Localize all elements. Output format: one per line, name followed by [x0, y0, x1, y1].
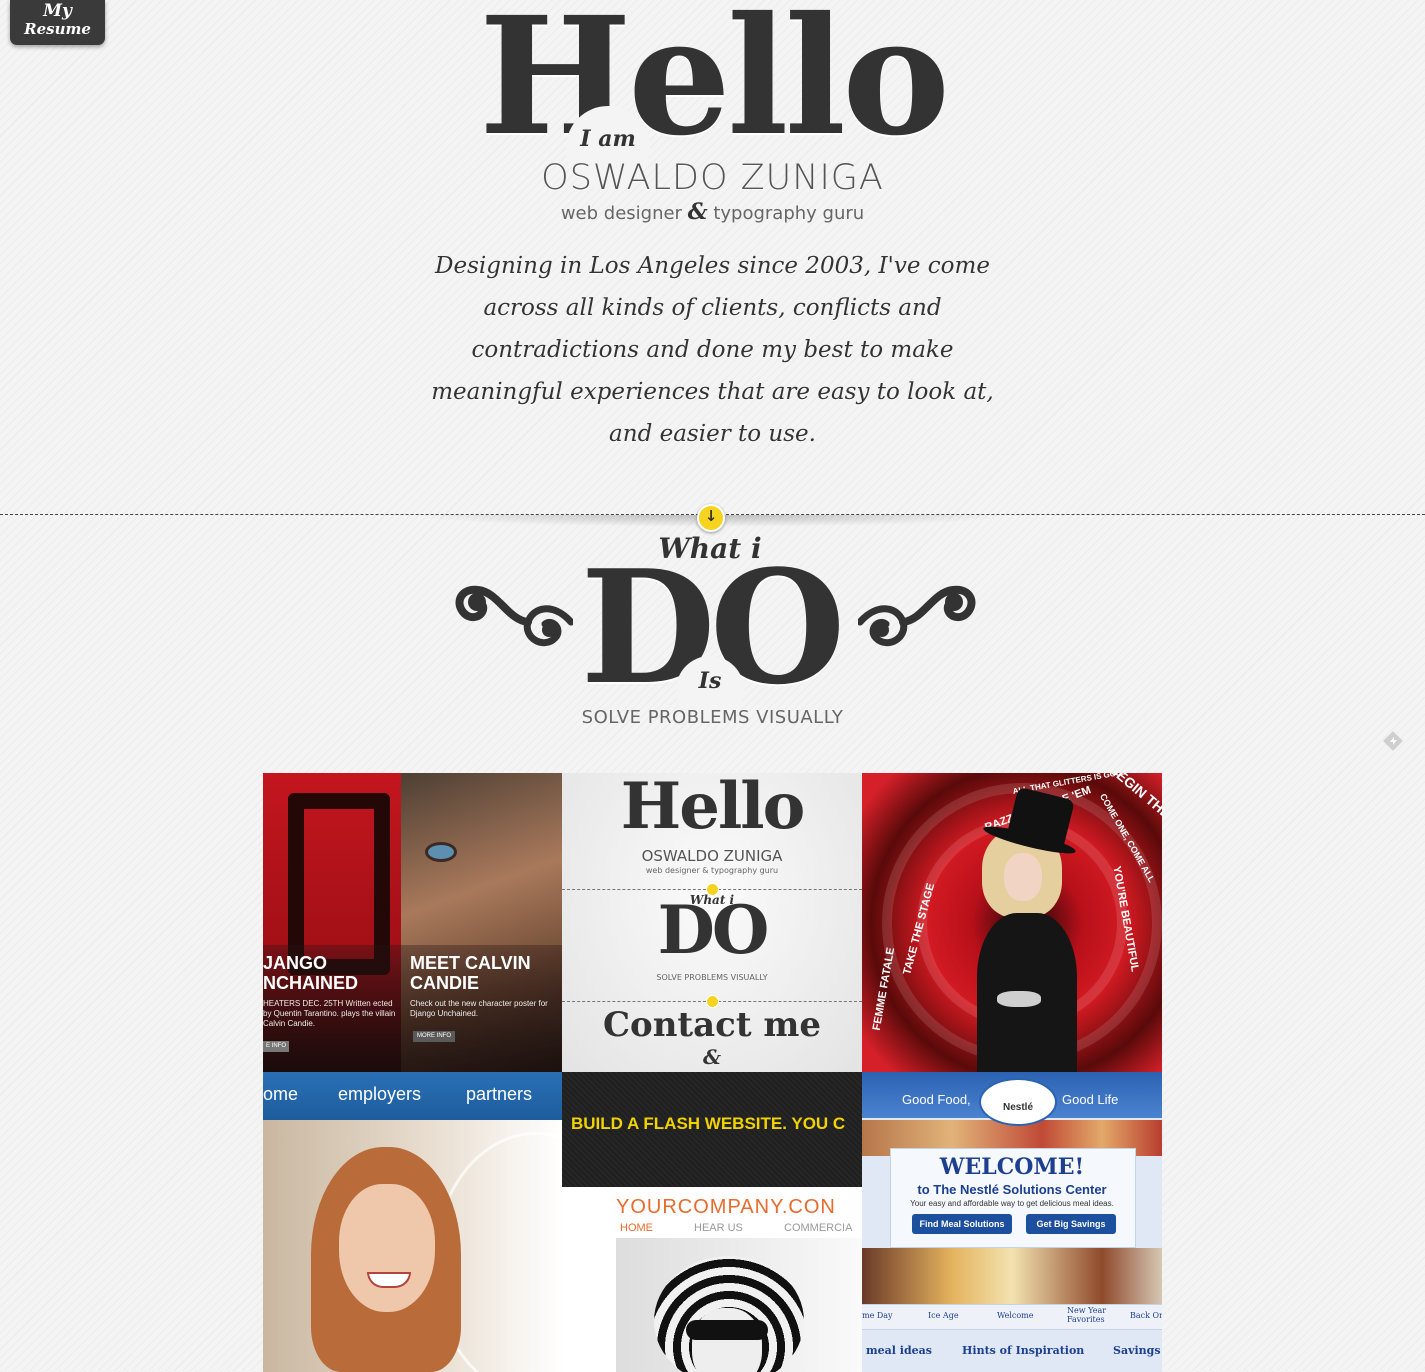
- link-item: Savings c: [1113, 1344, 1162, 1357]
- hero-intro: Designing in Los Angeles since 2003, I'v…: [431, 253, 994, 447]
- mini-do: DO: [657, 891, 770, 969]
- header-right: Good Life: [1062, 1092, 1119, 1107]
- portfolio-grid: JANGO NCHAINED MEET CALVIN CANDIE HEATER…: [263, 773, 1162, 1372]
- ring-text: FEMME FATALE: [870, 946, 898, 1032]
- welcome-subheading: to The Nestlé Solutions Center: [917, 1182, 1107, 1197]
- hero-name: OSWALDO ZUNIGA: [541, 158, 884, 198]
- hero-title: Hello: [478, 0, 950, 172]
- nav-item: COMMERCIA: [784, 1222, 853, 1234]
- site-menu: me Day Ice Age Welcome New Year Favorite…: [862, 1304, 1162, 1330]
- tagline-role-2: typography guru: [713, 203, 865, 224]
- menu-item: New Year Favorites: [1067, 1306, 1107, 1324]
- menu-item: Welcome: [997, 1311, 1034, 1320]
- mini-tagline: web designer & typography guru: [645, 866, 779, 875]
- woman-face: [339, 1184, 435, 1312]
- mini-contact: Contact me: [602, 1005, 822, 1045]
- is-label: Is: [698, 668, 722, 694]
- welcome-heading: WELCOME!: [939, 1154, 1085, 1180]
- portfolio-item-django[interactable]: JANGO NCHAINED MEET CALVIN CANDIE HEATER…: [263, 773, 563, 1073]
- model-face: [692, 1308, 762, 1372]
- tile-body-right: Check out the new character poster for D…: [410, 999, 548, 1018]
- portfolio-item-employers[interactable]: ome employers partners: [263, 1072, 563, 1372]
- dress-bow: [997, 991, 1041, 1007]
- banner-text: BUILD A FLASH WEBSITE. YOU C: [571, 1114, 846, 1133]
- more-info-button-left: E INFO: [263, 1041, 289, 1052]
- sunglasses: [686, 1320, 768, 1340]
- flourish-right-icon: [858, 585, 976, 647]
- more-info-button-right: MORE INFO: [413, 1031, 455, 1042]
- link-item: meal ideas: [866, 1344, 932, 1357]
- i-am-label: I am: [580, 126, 636, 152]
- hero-section: Hello I am OSWALDO ZUNIGA web designer &…: [0, 0, 1425, 515]
- tile-heading-right: MEET CALVIN CANDIE: [410, 953, 531, 993]
- logo-text: Nestlé: [1002, 1102, 1033, 1113]
- mini-ampersand: &: [702, 1045, 722, 1069]
- nav-item: HOME: [620, 1222, 653, 1234]
- what-i-do-subtitle: SOLVE PROBLEMS VISUALLY: [581, 707, 844, 728]
- tile-body-left: HEATERS DEC. 25TH Written ected by Quent…: [263, 999, 396, 1028]
- flourish-left-icon: [455, 585, 573, 647]
- portfolio-item-razzle[interactable]: RAZZLE DAZZLE 'EM ALL THAT GLITTERS IS G…: [862, 773, 1162, 1073]
- nav-item: HEAR US: [694, 1222, 743, 1234]
- header-left: Good Food,: [902, 1092, 971, 1107]
- big-savings-button: Get Big Savings: [1026, 1214, 1116, 1234]
- site-nav-bar: ome employers partners: [263, 1072, 563, 1120]
- portfolio-item-nestle[interactable]: Good Food, Good Life Nestlé WELCOME! to …: [862, 1072, 1162, 1372]
- menu-item: Ice Age: [928, 1311, 959, 1320]
- scroll-down-button[interactable]: ↓: [697, 504, 725, 532]
- mini-solve: SOLVE PROBLEMS VISUALLY: [656, 973, 768, 982]
- portfolio-item-flash-site[interactable]: BUILD A FLASH WEBSITE. YOU C YOURCOMPANY…: [562, 1072, 862, 1372]
- arrow-down-icon: ↓: [704, 507, 718, 525]
- menu-item: me Day: [862, 1311, 893, 1320]
- tagline-role-1: web designer: [560, 203, 682, 224]
- link-item: Hints of Inspiration: [962, 1344, 1085, 1357]
- model-face: [1004, 853, 1042, 901]
- site-logo-text: YOURCOMPANY.CON: [616, 1196, 836, 1218]
- tagline-ampersand: &: [687, 199, 708, 225]
- hero-tagline: web designer & typography guru: [460, 199, 965, 225]
- welcome-body: Your easy and affordable way to get deli…: [910, 1199, 1114, 1208]
- tile-heading-left: JANGO NCHAINED: [263, 953, 359, 993]
- nav-item: employers: [338, 1084, 422, 1104]
- eye-detail: [428, 845, 454, 859]
- mini-name: OSWALDO ZUNIGA: [641, 847, 783, 865]
- tag-icon[interactable]: [1380, 728, 1406, 754]
- portfolio-item-personal-site[interactable]: Hello OSWALDO ZUNIGA web designer & typo…: [562, 773, 862, 1073]
- nestle-logo: Nestlé: [979, 1078, 1057, 1126]
- nav-item: partners: [466, 1084, 533, 1104]
- mini-hello: Hello: [620, 773, 806, 844]
- menu-item: Back Or: [1130, 1311, 1162, 1320]
- food-plates: [862, 1248, 1162, 1304]
- find-meal-button: Find Meal Solutions: [912, 1214, 1012, 1234]
- nav-item: ome: [263, 1084, 299, 1104]
